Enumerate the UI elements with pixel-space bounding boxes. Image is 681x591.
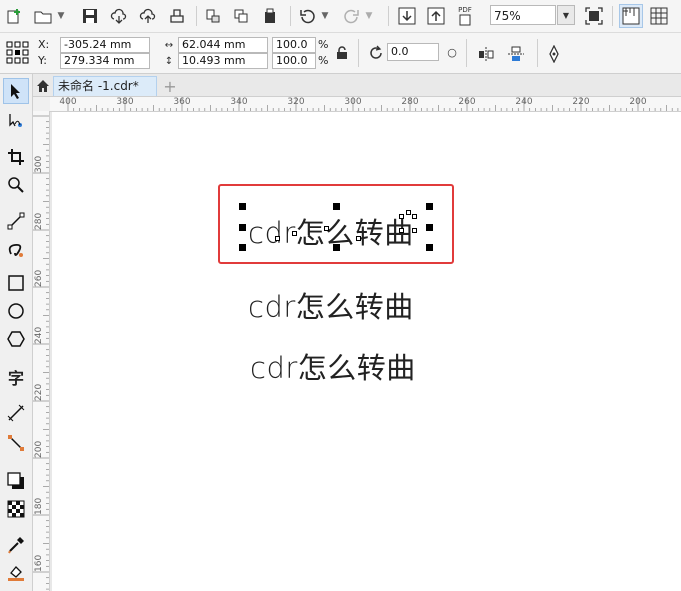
ruler-label: 160	[34, 554, 44, 572]
width-field[interactable]: 62.044 mm	[178, 37, 268, 53]
export-icon[interactable]	[230, 6, 252, 26]
print-icon[interactable]	[166, 6, 188, 26]
connector-tool-icon[interactable]	[3, 430, 29, 456]
interactive-fill-icon[interactable]	[3, 560, 29, 586]
pdf-icon[interactable]: PDF	[453, 4, 477, 28]
open-folder-icon[interactable]	[32, 6, 54, 26]
ruler-label: 260	[458, 97, 476, 107]
chevron-down-icon[interactable]: ▼	[320, 6, 330, 26]
property-bar: X: Y: -305.24 mm 279.334 mm ↔ ↕ 62.044 m…	[0, 33, 681, 95]
height-icon: ↕	[164, 55, 174, 67]
width-icon: ↔	[164, 39, 174, 51]
add-tab-label: +	[163, 76, 177, 96]
mirror-vertical-icon[interactable]	[505, 43, 527, 65]
percent-label: %	[318, 38, 329, 51]
home-icon[interactable]	[33, 76, 53, 96]
zoom-value: 75%	[494, 9, 521, 23]
grid-icon[interactable]	[648, 5, 670, 27]
ruler-label: 200	[629, 97, 647, 107]
ruler-label: 320	[287, 97, 305, 107]
ruler-label: 220	[34, 383, 44, 401]
ruler-label: 200	[34, 440, 44, 458]
scale-y-field[interactable]: 100.0	[272, 53, 316, 69]
shape-tool-icon[interactable]	[3, 108, 29, 134]
highlight-box	[218, 184, 454, 264]
ruler-label: 300	[344, 97, 362, 107]
redo-icon[interactable]	[340, 6, 362, 26]
drop-shadow-icon[interactable]	[3, 468, 29, 494]
ruler-label: 260	[34, 269, 44, 287]
horizontal-ruler[interactable]: 400 380 360 340 320 300 280 260 240 220 …	[50, 97, 681, 112]
ruler-label: 400	[59, 97, 77, 107]
ruler-label: 340	[230, 97, 248, 107]
ruler-label: 240	[515, 97, 533, 107]
freehand-tool-icon[interactable]	[3, 208, 29, 234]
vertical-ruler[interactable]: 300 280 260 240 220 200 180 160	[33, 97, 50, 591]
save-icon[interactable]	[80, 6, 100, 26]
add-tab-button[interactable]: +	[160, 76, 180, 96]
artistic-media-icon[interactable]	[3, 236, 29, 262]
chevron-down-icon[interactable]: ▼	[364, 6, 374, 26]
scale-x-field[interactable]: 100.0	[272, 37, 316, 53]
tab-document[interactable]: 未命名 -1.cdr*	[53, 76, 157, 96]
pick-tool-icon[interactable]	[3, 78, 29, 104]
transparency-icon[interactable]	[3, 496, 29, 522]
object-origin-icon[interactable]	[4, 39, 32, 67]
y-position-field[interactable]: 279.334 mm	[60, 53, 150, 69]
ruler-label: 280	[401, 97, 419, 107]
height-field[interactable]: 10.493 mm	[178, 53, 268, 69]
chevron-down-icon[interactable]: ▼	[557, 5, 575, 25]
fullscreen-icon[interactable]	[583, 5, 605, 27]
ruler-label: 240	[34, 326, 44, 344]
text-tool-icon[interactable]: 字	[3, 364, 29, 390]
parallel-dimension-icon[interactable]	[3, 400, 29, 426]
toolbox: 字	[0, 74, 33, 591]
import-down-icon[interactable]	[396, 5, 418, 27]
canvas-text[interactable]: cdr怎么转曲	[248, 284, 414, 326]
degree-icon: ○	[447, 45, 457, 59]
import-icon[interactable]	[202, 6, 224, 26]
percent-label: %	[318, 54, 329, 67]
ruler-origin[interactable]	[33, 97, 50, 111]
undo-icon[interactable]	[297, 6, 319, 26]
tab-document-label: 未命名 -1.cdr*	[58, 79, 139, 93]
ruler-label: 300	[34, 155, 44, 173]
ruler-label: 220	[572, 97, 590, 107]
cloud-import-icon[interactable]	[108, 6, 130, 26]
new-document-icon[interactable]	[4, 6, 24, 26]
polygon-tool-icon[interactable]	[3, 326, 29, 352]
page-border	[50, 112, 52, 591]
ruler-label: 360	[173, 97, 191, 107]
rectangle-tool-icon[interactable]	[3, 270, 29, 296]
zoom-tool-icon[interactable]	[3, 172, 29, 198]
ruler-label: 180	[34, 497, 44, 515]
chevron-down-icon[interactable]: ▼	[56, 6, 66, 26]
rulers-icon[interactable]	[619, 4, 643, 28]
fill-pen-icon	[545, 43, 563, 65]
export-up-icon[interactable]	[425, 5, 447, 27]
standard-toolbar: ▼ ▼ ▼ PDF 75% ▼	[0, 0, 681, 33]
ellipse-tool-icon[interactable]	[3, 298, 29, 324]
pdf-label: PDF	[458, 6, 472, 14]
x-position-field[interactable]: -305.24 mm	[60, 37, 150, 53]
eyedropper-icon[interactable]	[3, 532, 29, 558]
ruler-label: 380	[116, 97, 134, 107]
x-label: X:	[38, 38, 50, 51]
canvas-text[interactable]: cdr怎么转曲	[250, 345, 416, 387]
y-label: Y:	[38, 54, 47, 67]
publish-icon[interactable]	[259, 6, 281, 26]
crop-tool-icon[interactable]	[3, 144, 29, 170]
lock-ratio-icon[interactable]	[334, 45, 350, 61]
ruler-label: 280	[34, 212, 44, 230]
rotation-field[interactable]: 0.0	[387, 43, 439, 61]
mirror-horizontal-icon[interactable]	[475, 43, 497, 65]
rotate-icon	[366, 43, 386, 63]
cloud-export-icon[interactable]	[137, 6, 159, 26]
zoom-level-select[interactable]: 75%	[490, 5, 556, 25]
